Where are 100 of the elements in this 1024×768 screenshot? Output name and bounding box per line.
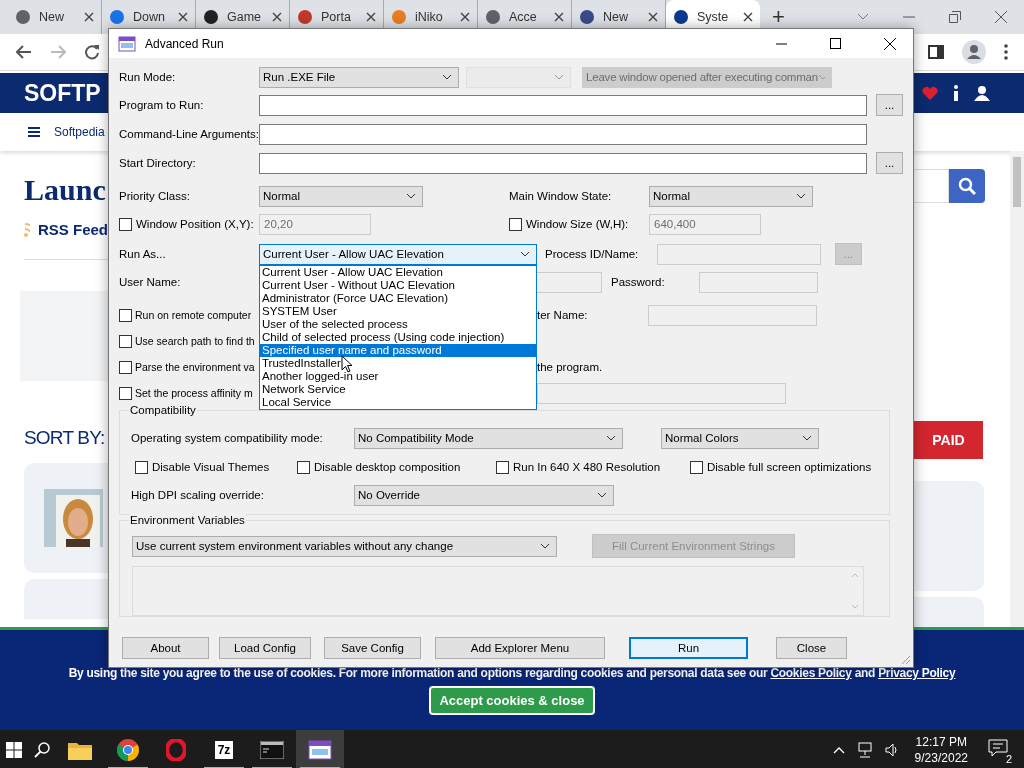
close-icon[interactable]	[554, 12, 564, 22]
checkbox[interactable]	[496, 460, 509, 474]
notification-icon[interactable]	[988, 739, 1008, 757]
dropdown-option[interactable]: Administrator (Force UAC Elevation)	[260, 292, 536, 305]
field-label: High DPI scaling override:	[131, 489, 265, 501]
close-icon[interactable]	[648, 12, 658, 22]
chevron-down-icon	[442, 74, 452, 80]
search-field[interactable]	[914, 169, 949, 203]
input-field[interactable]	[259, 152, 867, 174]
page-heading: Launc	[24, 173, 107, 207]
rss-feed-link[interactable]: RSS Feed	[37, 221, 108, 238]
profile-icon[interactable]	[962, 40, 986, 64]
window-state-dropdown[interactable]: Normal	[649, 185, 813, 207]
dropdown-option[interactable]: Current User - Without UAC Elevation	[260, 279, 536, 292]
dropdown-option[interactable]: Another logged-in user	[260, 370, 536, 383]
checkbox[interactable]	[297, 460, 310, 474]
new-tab-button[interactable]: +	[772, 4, 785, 30]
dialog-button[interactable]: Save Config	[324, 637, 421, 659]
restore-icon[interactable]	[949, 11, 961, 23]
checkbox-label: Disable full screen optimizations	[707, 461, 872, 473]
browser-tab[interactable]: New	[8, 0, 102, 34]
chevron-down-icon[interactable]	[857, 13, 869, 21]
dialog-button[interactable]: Load Config	[219, 637, 311, 659]
minimize-icon[interactable]	[776, 42, 787, 45]
site-icon	[15, 9, 31, 25]
menu-icon[interactable]	[28, 127, 40, 137]
site-icon	[203, 9, 219, 25]
dropdown-option[interactable]: User of the selected process	[260, 318, 536, 331]
search-button[interactable]	[949, 169, 985, 203]
checkbox-label: Run In 640 X 480 Resolution	[513, 461, 661, 473]
checkbox[interactable]	[135, 460, 148, 474]
browse-button[interactable]: ...	[876, 152, 903, 174]
checkbox[interactable]	[119, 386, 132, 400]
privacy-policy-link[interactable]: Privacy Policy	[878, 666, 956, 680]
windows-start-icon[interactable]	[6, 742, 22, 758]
nav-link[interactable]: Softpedia	[54, 125, 105, 139]
maximize-icon[interactable]	[830, 38, 841, 49]
dialog-button[interactable]: Run	[629, 637, 748, 659]
site-logo[interactable]: SOFTP	[24, 79, 101, 106]
close-icon[interactable]	[178, 12, 188, 22]
checkbox[interactable]	[690, 460, 703, 474]
dropdown-option[interactable]: Local Service	[260, 396, 536, 409]
chevron-up-icon[interactable]	[832, 746, 845, 754]
close-icon[interactable]	[84, 12, 94, 22]
network-icon[interactable]	[856, 742, 873, 758]
close-icon[interactable]	[743, 12, 753, 22]
compatibility-mode-dropdown[interactable]: No Compatibility Mode	[354, 427, 623, 449]
paid-button[interactable]: PAID	[914, 421, 983, 459]
site-icon	[297, 9, 313, 25]
cookie-notice: By using the site you agree to the use of cookies. For more information and options regarding cookies and personal data see our Cookies Policy and Privacy Policy	[68, 666, 956, 680]
close-icon[interactable]	[366, 12, 376, 22]
info-icon[interactable]	[952, 85, 960, 101]
checkbox-label: Set the process affinity m	[135, 387, 253, 399]
checkbox[interactable]	[119, 308, 132, 322]
input-field[interactable]	[259, 94, 867, 116]
checkbox[interactable]	[119, 334, 132, 348]
run-as-dropdown[interactable]: Current User - Allow UAC Elevation	[259, 243, 537, 265]
clock-date[interactable]: 9/23/2022	[914, 750, 968, 766]
taskbar-app[interactable]	[296, 730, 344, 768]
run-mode-dropdown[interactable]: Run .EXE File	[259, 66, 459, 88]
opera-icon	[166, 739, 186, 761]
dropdown-option[interactable]: TrustedInstaller	[260, 357, 536, 370]
field-label: Run As...	[119, 248, 167, 260]
colors-dropdown[interactable]: Normal Colors	[661, 427, 819, 449]
taskbar-app[interactable]: 7z	[200, 730, 248, 768]
close-icon[interactable]	[884, 37, 896, 50]
close-icon[interactable]	[272, 12, 282, 22]
accept-cookies-button[interactable]: Accept cookies & close	[429, 686, 595, 715]
browse-button[interactable]: ...	[876, 94, 903, 116]
environment-dropdown[interactable]: Use current system environment variables without any change	[132, 535, 557, 557]
dropdown-option[interactable]: Current User - Allow UAC Elevation	[260, 266, 536, 279]
chevron-down-icon	[802, 435, 812, 441]
dropdown-option[interactable]: SYSTEM User	[260, 305, 536, 318]
chevron-down-icon	[606, 435, 616, 441]
dialog-button[interactable]: Add Explorer Menu	[435, 637, 605, 659]
dropdown-option[interactable]: Network Service	[260, 383, 536, 396]
window-icon	[308, 740, 332, 760]
search-icon[interactable]	[34, 742, 50, 758]
input-field[interactable]	[259, 123, 867, 145]
dialog-button[interactable]: Close	[776, 637, 847, 659]
field-label: Password:	[611, 276, 666, 288]
side-panel-icon[interactable]	[928, 45, 944, 59]
cookies-policy-link[interactable]: Cookies Policy	[770, 666, 852, 680]
reload-icon[interactable]	[84, 44, 100, 60]
checkbox[interactable]	[119, 360, 132, 374]
priority-dropdown[interactable]: Normal	[259, 185, 423, 207]
speaker-icon[interactable]	[884, 743, 899, 757]
user-icon[interactable]	[974, 85, 990, 101]
heart-icon[interactable]	[922, 86, 938, 100]
resize-grip-icon[interactable]	[901, 655, 911, 665]
menu-icon[interactable]	[1004, 44, 1008, 60]
dropdown-option[interactable]: Child of selected process (Using code injection)	[260, 331, 536, 344]
field-label: ter Name:	[537, 309, 589, 321]
clock-time[interactable]: 12:17 PM	[915, 734, 967, 750]
close-icon[interactable]	[460, 12, 470, 22]
dropdown-option[interactable]: Specified user name and password	[260, 344, 536, 357]
scrollbar[interactable]	[1010, 151, 1024, 627]
back-icon[interactable]	[16, 45, 32, 59]
dialog-button[interactable]: About	[122, 637, 209, 659]
dpi-override-dropdown[interactable]: No Override	[354, 484, 614, 506]
